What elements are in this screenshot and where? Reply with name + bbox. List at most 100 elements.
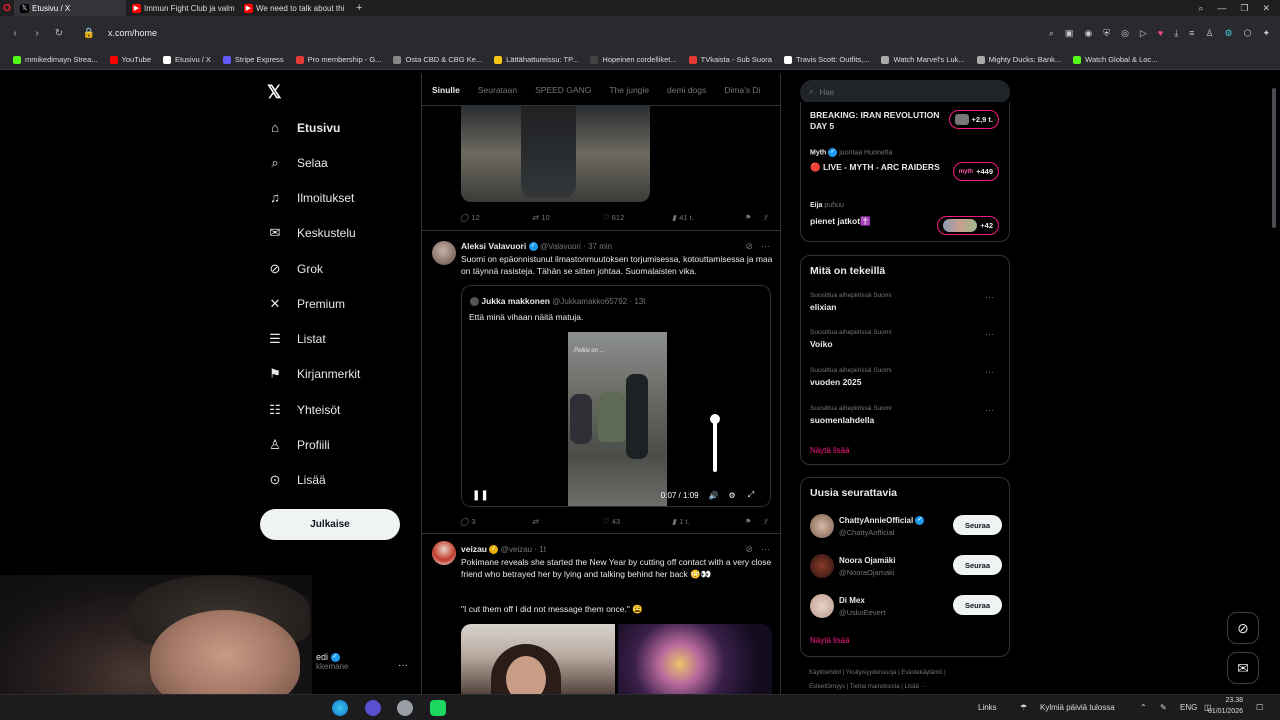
avatar[interactable] [432, 541, 456, 565]
reply-button[interactable]: ◯ 12 [460, 213, 532, 222]
edge-icon[interactable] [332, 700, 348, 716]
repost-button[interactable]: ⇄ [532, 517, 602, 526]
grok-fab-icon[interactable]: ⊘ [1227, 612, 1259, 644]
settings-icon[interactable]: ⚙ [729, 491, 736, 500]
x-logo-icon[interactable]: 𝕏 [267, 82, 282, 103]
cube-icon[interactable]: ⬡ [1244, 28, 1252, 39]
play-icon[interactable]: ▷ [1140, 28, 1147, 39]
avatar[interactable] [810, 514, 834, 538]
aria-icon[interactable]: ✦ [1262, 28, 1270, 39]
share-button[interactable]: ⇪ [762, 213, 768, 222]
bookmark-item[interactable]: Travis Scott: Outfits,... [779, 55, 875, 64]
trend-item[interactable]: Suosittua aihepiirissä Suomi Voiko ··· [810, 329, 1000, 349]
avatar[interactable] [810, 594, 834, 618]
vpn-icon[interactable]: ◎ [1121, 28, 1129, 39]
bookmark-item[interactable]: Lättähattureissu: TP... [489, 55, 583, 64]
search-input[interactable]: ⌕ Hae [800, 80, 1010, 104]
views-button[interactable]: ▮ 41 t. [672, 213, 744, 222]
tab-immun-fight-club[interactable]: ▶ Immun Fight Club ja valm [126, 0, 238, 16]
forward-icon[interactable]: › [26, 28, 48, 39]
links-toolbar[interactable]: Links [978, 703, 997, 712]
nav-item-listat[interactable]: ☰ Listat [267, 331, 326, 347]
tab-dimas[interactable]: Dima's Di [724, 85, 760, 95]
tab-seurataan[interactable]: Seurataan [478, 85, 517, 95]
volume-icon[interactable]: 🔊 [709, 491, 719, 500]
tweet-image-fireworks[interactable] [618, 624, 772, 694]
post-button[interactable]: Julkaise [260, 509, 400, 540]
spotify-icon[interactable] [430, 700, 446, 716]
weather-icon[interactable]: ☂ [1020, 703, 1027, 712]
repost-button[interactable]: ⇄ 10 [532, 213, 602, 222]
tweet-aleksi[interactable]: Aleksi Valavuori ✓ @Valavuori · 37 min ⊘… [422, 230, 780, 533]
minimize-icon[interactable]: — [1217, 3, 1226, 13]
notification-icon[interactable]: ☐ [1256, 703, 1263, 712]
footer-links-2[interactable]: Esteettömyys | Tietoa mainoksista | Lisä… [809, 684, 927, 690]
back-icon[interactable]: ‹ [4, 28, 26, 39]
bookmark-item[interactable]: Stripe Express [218, 55, 289, 64]
like-button[interactable]: ♡ 43 [602, 517, 672, 526]
views-button[interactable]: ▮ 1 t. [672, 517, 744, 526]
pen-icon[interactable]: ✎ [1160, 703, 1167, 712]
like-button[interactable]: ♡ 612 [602, 213, 672, 222]
live-title[interactable]: 🔴 LIVE - MYTH - ARC RAIDERS [810, 162, 950, 173]
live-listeners[interactable]: +42 [937, 216, 999, 235]
quoted-tweet[interactable]: Jukka makkonen @Jukkamakko65792 · 13t Et… [461, 285, 771, 507]
nav-item-premium[interactable]: ✕ Premium [267, 296, 345, 312]
account-more-icon[interactable]: ··· [398, 660, 408, 671]
video-player[interactable]: Poliisi on ... ❚❚ 0:07 / 1:09 🔊 ⚙ ⤢ [462, 332, 770, 506]
bookmark-item[interactable]: Osta CBD & CBG Ke... [388, 55, 487, 64]
tab-etusivu[interactable]: 𝕏 Etusivu / X [14, 0, 126, 16]
bookmark-button[interactable]: ⚑ [744, 517, 762, 526]
bookmark-item[interactable]: Watch Global & Loc... [1068, 55, 1162, 64]
live-title[interactable]: pienet jatkot✝️ [810, 216, 950, 227]
discord-icon[interactable] [365, 700, 381, 716]
shield-icon[interactable]: ⛨ [1103, 28, 1110, 39]
pause-icon[interactable]: ❚❚ [472, 490, 489, 501]
nav-item-yhteisöt[interactable]: ☷ Yhteisöt [267, 402, 340, 418]
bookmark-item[interactable]: TVkaista - Sub Suora [684, 55, 777, 64]
nav-item-selaa[interactable]: ⌕ Selaa [267, 155, 327, 171]
weather-widget[interactable]: Kylmiä päiviä tulossa [1040, 703, 1115, 712]
fullscreen-icon[interactable]: ⤢ [748, 490, 754, 500]
trend-item[interactable]: Suosittua aihepiirissä Suomi elixian ··· [810, 292, 1000, 312]
nav-item-grok[interactable]: ⊘ Grok [267, 261, 323, 277]
account-switcher[interactable]: edi ✓ kkemane [316, 652, 348, 671]
nav-item-etusivu[interactable]: ⌂ Etusivu [267, 120, 340, 135]
clock-date[interactable]: 01/01/2026 [1203, 708, 1243, 715]
opera-logo-icon[interactable]: O [0, 0, 14, 16]
bookmark-item[interactable]: mmikedimayn Strea... [8, 55, 103, 64]
footer-links[interactable]: Käyttöehdot | Yksityisyydensuoja | Eväst… [809, 670, 946, 676]
download-icon[interactable]: ⤓ [1174, 28, 1178, 39]
more-icon[interactable]: ··· [985, 292, 994, 302]
tab-speed-gang[interactable]: SPEED GANG [535, 85, 591, 95]
ai-icon[interactable]: ⚙ [1225, 28, 1233, 39]
page-scrollbar[interactable] [1271, 74, 1278, 694]
camera-icon[interactable]: ◉ [1084, 28, 1092, 39]
share-button[interactable]: ⇪ [762, 517, 768, 526]
menu-icon[interactable]: ≡ [1189, 28, 1194, 38]
grok-icon[interactable]: ⊘ [745, 241, 753, 252]
tweet-veizau[interactable]: veizau ✓ @veizau · 1t ⊘ ··· Pokimane reve… [422, 533, 780, 694]
reload-icon[interactable]: ↻ [48, 28, 70, 39]
live-listeners[interactable]: myth +449 [952, 162, 999, 181]
follow-suggestion[interactable]: Di Mex @UskoEevert Seuraa [810, 594, 1002, 620]
follow-suggestion[interactable]: ChattyAnnieOfficial ✓ @ChattyAofficial S… [810, 514, 1002, 540]
bookmark-item[interactable]: Etusivu / X [158, 55, 216, 64]
nav-item-lisää[interactable]: ⊙ Lisää [267, 472, 326, 488]
show-more-link[interactable]: Näytä lisää [810, 446, 850, 455]
app-icon[interactable] [397, 700, 413, 716]
bookmark-item[interactable]: Hopeinen cordelliket... [585, 55, 681, 64]
chevron-up-icon[interactable]: ⌃ [1140, 703, 1147, 712]
video-frame[interactable]: Poliisi on ... [568, 332, 667, 506]
more-icon[interactable]: ··· [985, 367, 994, 377]
new-tab-button[interactable]: + [350, 2, 368, 14]
bookmark-item[interactable]: YouTube [105, 55, 156, 64]
avatar[interactable] [432, 241, 456, 265]
language-indicator[interactable]: ENG [1180, 703, 1197, 712]
follow-suggestion[interactable]: Noora Ojamäki @NooraOjamaki Seuraa [810, 554, 1002, 580]
reply-button[interactable]: ◯ 3 [460, 517, 532, 526]
more-icon[interactable]: ··· [761, 544, 770, 555]
tab-we-need-to-talk[interactable]: ▶ We need to talk about thi [238, 0, 350, 16]
live-listeners[interactable]: +2,9 t. [948, 110, 999, 129]
live-title[interactable]: BREAKING: IRAN REVOLUTION DAY 5 [810, 110, 950, 132]
